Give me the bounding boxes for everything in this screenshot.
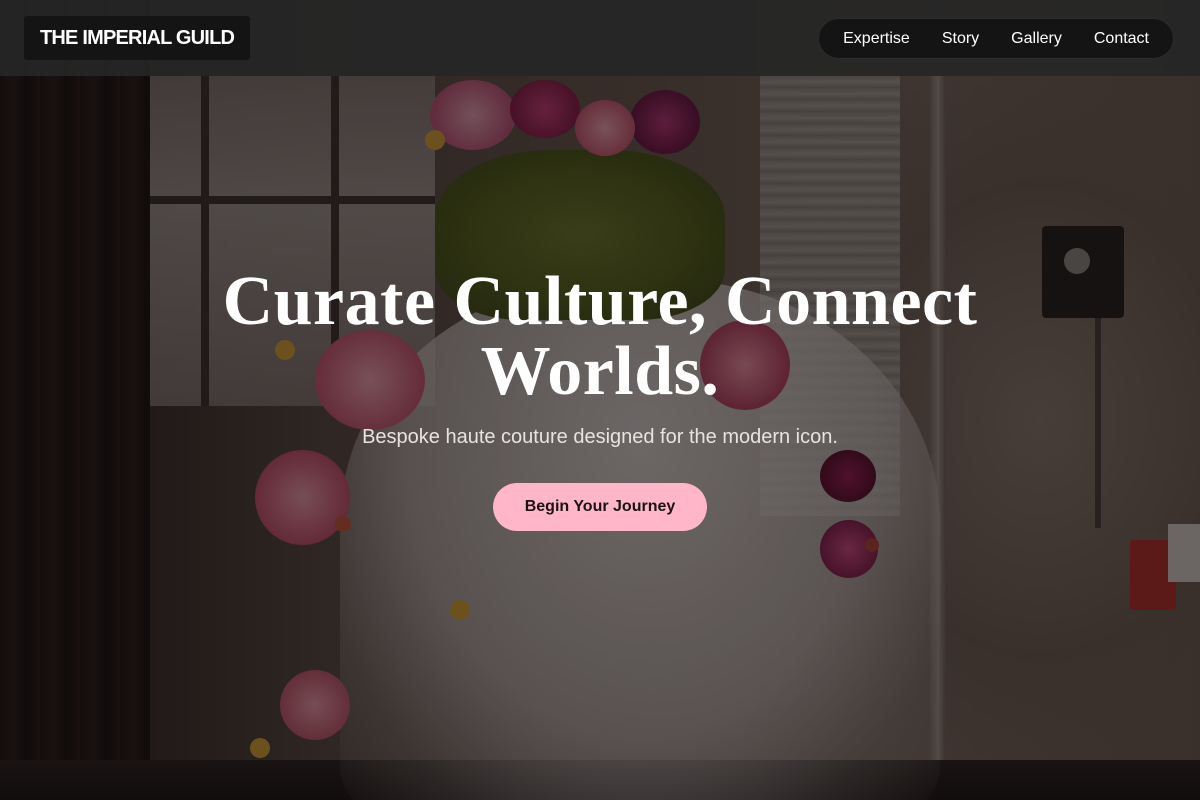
main-nav: Expertise Story Gallery Contact: [818, 18, 1174, 59]
brand-logo[interactable]: THE IMPERIAL GUILD: [24, 16, 251, 60]
nav-link-contact[interactable]: Contact: [1078, 30, 1165, 48]
hero-section: Curate Culture, Connect Worlds. Bespoke …: [0, 76, 1200, 800]
begin-journey-button[interactable]: Begin Your Journey: [492, 483, 708, 531]
nav-link-expertise[interactable]: Expertise: [827, 30, 926, 48]
site-header: THE IMPERIAL GUILD Expertise Story Galle…: [0, 0, 1200, 76]
nav-link-story[interactable]: Story: [926, 30, 995, 48]
hero-title: Curate Culture, Connect Worlds.: [222, 263, 978, 410]
nav-link-gallery[interactable]: Gallery: [995, 30, 1078, 48]
hero-subtitle: Bespoke haute couture designed for the m…: [362, 426, 838, 448]
